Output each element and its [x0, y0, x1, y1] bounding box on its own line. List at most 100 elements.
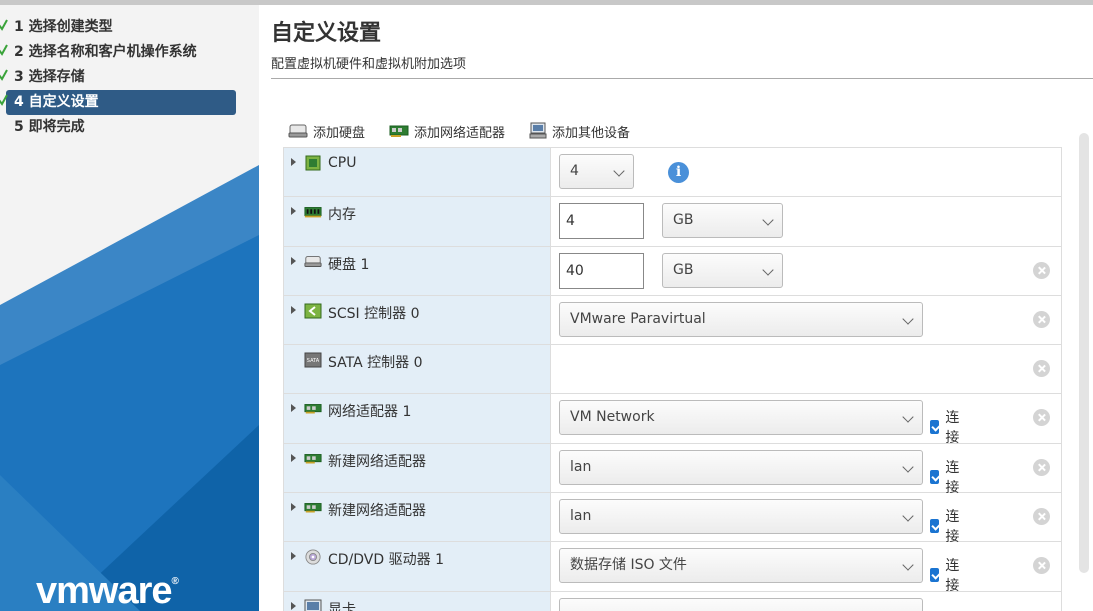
connect-checkbox[interactable]: 连接: [930, 457, 964, 497]
hardware-row-sata: SATA SATA 控制器 0: [283, 345, 1062, 395]
network-card-icon: [304, 404, 322, 414]
hard-disk-icon: [304, 255, 322, 267]
chevron-down-icon: [762, 263, 774, 276]
wizard-step-1[interactable]: 1 选择创建类型: [0, 15, 259, 40]
hardware-list: CPU 4 i 内存 4 GB 硬盘 1 40 GB SCSI 控制器 0 VM…: [283, 147, 1062, 611]
expand-arrow-icon[interactable]: [291, 207, 296, 216]
chevron-down-icon: [902, 461, 914, 473]
hardware-row-nic3: 新建网络适配器 lan 连接: [283, 493, 1062, 545]
wizard-sidebar: 1 选择创建类型 2 选择名称和客户机操作系统 3 选择存储 4 自定义设置 5…: [0, 5, 259, 611]
vmware-logo: vmware®: [36, 570, 179, 611]
memory-unit-value: GB: [673, 212, 694, 229]
scsi-type-value: VMware Paravirtual: [570, 310, 706, 327]
hardware-label-cell: 内存: [284, 197, 551, 246]
expand-arrow-icon[interactable]: [291, 503, 296, 512]
hardware-label: 网络适配器 1: [328, 404, 412, 421]
add-disk-label: 添加硬盘: [313, 125, 366, 141]
connect-label: 连接: [945, 459, 960, 496]
network-card-icon: [304, 453, 322, 464]
wizard-step-4[interactable]: 4 自定义设置: [0, 90, 236, 115]
hardware-label-cell: 显卡: [284, 591, 551, 611]
network-card-icon: [304, 503, 322, 513]
remove-device-button[interactable]: [1033, 360, 1050, 378]
scsi-controller-icon: [304, 303, 322, 319]
hardware-label: CD/DVD 驱动器 1: [328, 552, 444, 569]
checkmark-icon: [0, 19, 8, 31]
hardware-row-nic1: 网络适配器 1 VM Network 连接: [283, 394, 1062, 446]
checkmark-icon: [0, 69, 8, 81]
connect-checkbox[interactable]: 连接: [930, 555, 964, 595]
wizard-step-label: 3 选择存储: [14, 69, 85, 85]
remove-device-button[interactable]: [1033, 557, 1050, 575]
network-select[interactable]: lan: [559, 449, 923, 485]
wizard-step-label: 4 自定义设置: [14, 94, 99, 110]
network-select[interactable]: lan: [559, 499, 923, 535]
chevron-down-icon: [902, 411, 914, 424]
chevron-down-icon: [902, 559, 914, 572]
hardware-label-cell: SATA SATA 控制器 0: [284, 345, 551, 394]
hard-disk-icon: [288, 124, 308, 138]
wizard-step-3[interactable]: 3 选择存储: [0, 65, 259, 90]
hardware-label: 内存: [328, 207, 356, 224]
scrollbar[interactable]: [1079, 133, 1089, 573]
checkbox-checked-icon: [930, 568, 940, 583]
hardware-label: CPU: [328, 155, 357, 171]
memory-icon: [304, 207, 322, 218]
expand-arrow-icon[interactable]: [291, 404, 296, 413]
hardware-label: SATA 控制器 0: [328, 355, 423, 372]
expand-arrow-icon[interactable]: [291, 453, 296, 462]
add-network-label: 添加网络适配器: [414, 125, 506, 141]
expand-arrow-icon[interactable]: [291, 552, 296, 561]
scsi-type-select[interactable]: VMware Paravirtual: [559, 301, 923, 337]
disk-unit-select[interactable]: GB: [662, 252, 783, 288]
hardware-label-cell: CPU: [284, 148, 551, 197]
hardware-label-cell: 新建网络适配器: [284, 493, 551, 542]
disk-unit-value: GB: [673, 261, 694, 278]
add-network-adapter-button[interactable]: 添加网络适配器: [389, 122, 505, 141]
expand-arrow-icon[interactable]: [291, 601, 296, 610]
connect-label: 连接: [945, 410, 960, 447]
sata-controller-icon: SATA: [304, 352, 322, 368]
wizard-step-2[interactable]: 2 选择名称和客户机操作系统: [0, 40, 259, 65]
remove-device-button[interactable]: [1033, 261, 1050, 279]
expand-arrow-icon[interactable]: [291, 256, 296, 265]
disk-size-input[interactable]: 40: [559, 252, 644, 289]
memory-unit-select[interactable]: GB: [662, 203, 783, 239]
hardware-label: SCSI 控制器 0: [328, 305, 420, 322]
memory-size-value: 4: [566, 213, 575, 230]
connect-checkbox[interactable]: 连接: [930, 407, 964, 447]
chevron-down-icon: [902, 313, 914, 325]
chevron-down-icon: [613, 165, 625, 177]
expand-arrow-icon[interactable]: [291, 158, 296, 166]
wizard-step-5[interactable]: 5 即将完成: [0, 115, 259, 140]
chevron-down-icon: [902, 510, 914, 522]
connect-checkbox[interactable]: 连接: [930, 506, 964, 546]
cpu-count-select[interactable]: 4: [559, 154, 634, 189]
page-title: 自定义设置: [271, 21, 382, 46]
add-disk-button[interactable]: 添加硬盘: [288, 122, 365, 141]
network-select[interactable]: VM Network: [559, 400, 923, 436]
remove-device-button[interactable]: [1033, 458, 1050, 476]
hardware-row-disk: 硬盘 1 40 GB: [283, 246, 1062, 296]
checkbox-checked-icon: [930, 519, 940, 534]
svg-text:SATA: SATA: [307, 358, 320, 364]
add-other-label: 添加其他设备: [552, 125, 631, 141]
hardware-row-cpu: CPU 4 i: [283, 148, 1062, 198]
video-settings-select[interactable]: [559, 597, 923, 611]
cdrom-source-value: 数据存储 ISO 文件: [570, 557, 687, 574]
memory-size-input[interactable]: 4: [559, 203, 644, 240]
hardware-label: 显卡: [328, 601, 356, 611]
remove-device-button[interactable]: [1033, 310, 1050, 328]
checkbox-checked-icon: [930, 420, 940, 435]
expand-arrow-icon[interactable]: [291, 305, 296, 314]
checkbox-checked-icon: [930, 469, 940, 484]
checkmark-icon: [0, 94, 8, 106]
page-subtitle: 配置虚拟机硬件和虚拟机附加选项: [271, 57, 467, 72]
wizard-step-label: 1 选择创建类型: [14, 19, 113, 35]
hardware-row-video: 显卡: [283, 591, 1062, 611]
remove-device-button[interactable]: [1033, 508, 1050, 526]
remove-device-button[interactable]: [1033, 409, 1050, 427]
add-other-device-button[interactable]: 添加其他设备: [529, 122, 630, 141]
info-icon[interactable]: i: [668, 162, 689, 183]
cdrom-source-select[interactable]: 数据存储 ISO 文件: [559, 548, 923, 584]
